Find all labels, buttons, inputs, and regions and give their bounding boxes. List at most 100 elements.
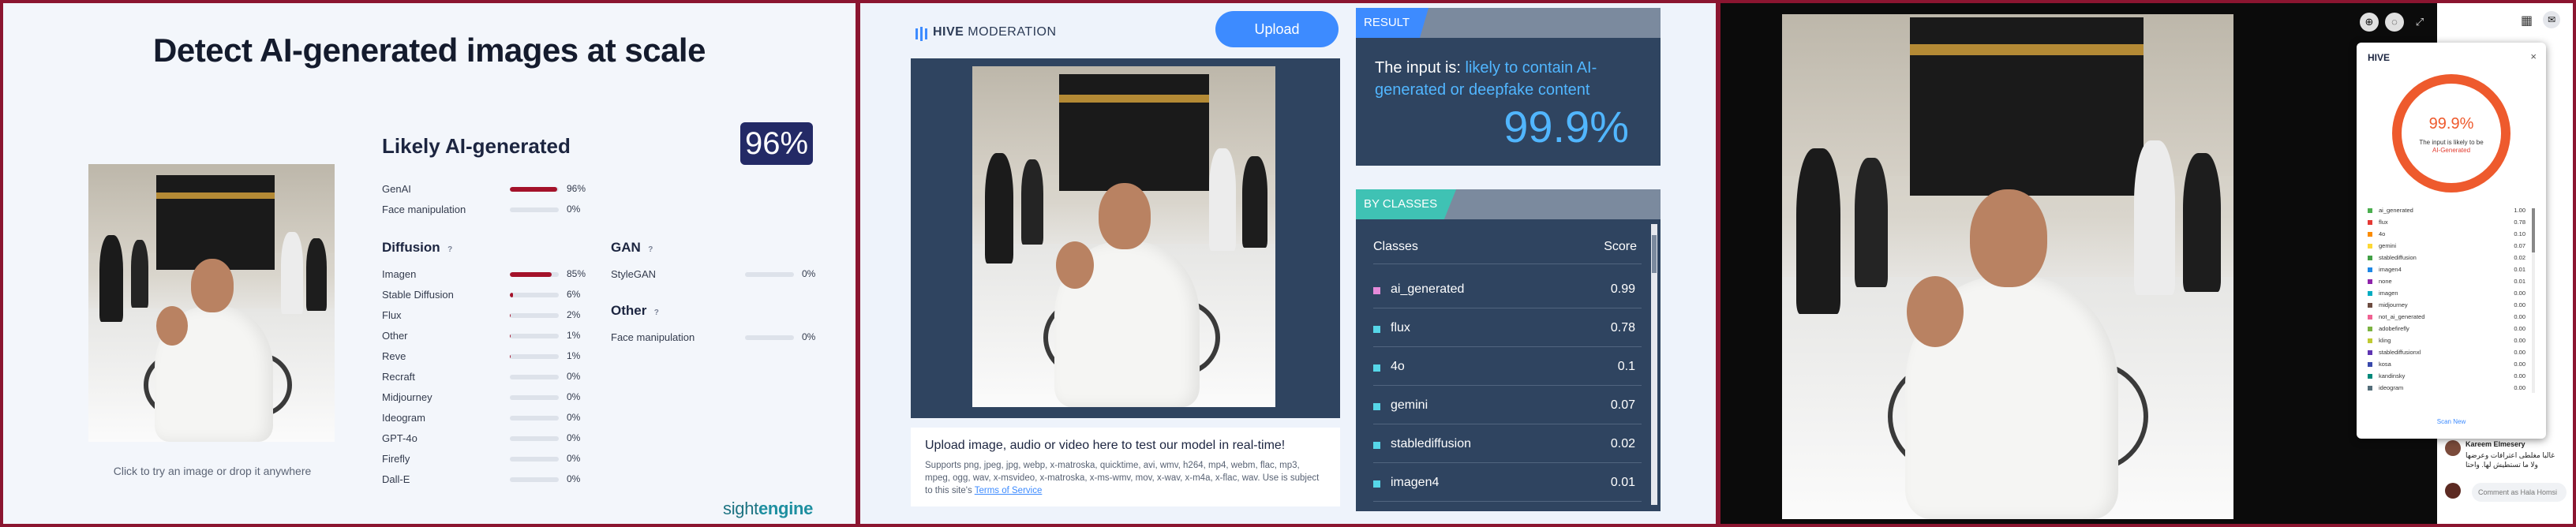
upload-dropzone[interactable]: Upload image, audio or video here to tes… <box>911 428 1340 506</box>
score-label: Reve <box>382 350 406 362</box>
score-bar <box>510 354 559 359</box>
tag-icon[interactable]: ◌ <box>2385 13 2404 32</box>
hive-brand[interactable]: HIVE MODERATION <box>933 25 1057 39</box>
apps-grid-icon[interactable]: ▦ <box>2521 13 2535 28</box>
class-name: flux <box>1391 321 1410 335</box>
class-color-swatch <box>1373 403 1380 410</box>
extension-class-row: kling 0.00 <box>2368 337 2525 346</box>
class-name: imagen <box>2379 290 2398 297</box>
class-color-swatch <box>2368 244 2372 249</box>
extension-class-row: none 0.01 <box>2368 278 2525 286</box>
class-score: 0.02 <box>2514 254 2525 261</box>
score-bar <box>510 313 559 318</box>
score-row: StyleGAN 0% <box>611 267 833 282</box>
help-icon[interactable]: ? <box>445 245 455 255</box>
score-label: Other <box>382 330 408 342</box>
score-value: 0% <box>567 473 581 484</box>
score-value: 0% <box>567 371 581 382</box>
class-name: ai_generated <box>2379 207 2413 214</box>
score-row: GenAI 96% <box>382 181 598 197</box>
gan-heading: GAN? <box>611 240 656 256</box>
image-preview-box <box>911 58 1340 418</box>
class-score: 0.00 <box>2514 325 2525 332</box>
score-row: GPT-4o 0% <box>382 431 598 447</box>
score-value: 1% <box>567 350 581 361</box>
class-color-swatch <box>2368 303 2372 308</box>
class-score: 0.00 <box>2514 372 2525 379</box>
score-value: 6% <box>567 289 581 300</box>
score-row: Imagen 85% <box>382 267 598 282</box>
class-name: none <box>2379 278 2392 285</box>
scan-new-link[interactable]: Scan New <box>2357 418 2546 425</box>
extension-class-row: midjourney 0.00 <box>2368 301 2525 310</box>
score-label: Face manipulation <box>382 204 466 215</box>
score-bar <box>510 457 559 462</box>
score-value: 0% <box>567 453 581 464</box>
score-badge: 96% <box>740 122 813 165</box>
score-label: Face manipulation <box>611 331 695 343</box>
extension-class-row: not_ai_generated 0.00 <box>2368 313 2525 322</box>
class-row: 4o 0.1 <box>1373 347 1642 385</box>
result-score: 99.9% <box>1503 102 1629 151</box>
extension-scrollbar[interactable] <box>2532 208 2535 393</box>
score-row: Ideogram 0% <box>382 410 598 426</box>
terms-link[interactable]: Terms of Service <box>975 486 1043 495</box>
score-label: GPT-4o <box>382 432 417 444</box>
classes-tag: BY CLASSES <box>1356 189 1457 219</box>
class-score: 1.00 <box>2514 207 2525 214</box>
class-color-swatch <box>1373 364 1380 372</box>
close-icon[interactable]: × <box>2530 50 2537 62</box>
upload-heading: Upload image, audio or video here to tes… <box>925 439 1286 452</box>
score-value: 85% <box>567 268 586 279</box>
comment-input[interactable]: Comment as Hala Homsi <box>2472 483 2567 502</box>
class-score: 0.78 <box>2514 219 2525 226</box>
score-bar <box>510 477 559 482</box>
score-ring: 99.9% The input is likely to be AI-Gener… <box>2392 74 2510 192</box>
extension-brand: HIVE <box>2368 52 2391 63</box>
score-row: Dall-E 0% <box>382 472 598 488</box>
class-color-swatch <box>2368 267 2372 272</box>
hive-extension-popup: HIVE × 99.9% The input is likely to be A… <box>2357 43 2546 439</box>
upload-button[interactable]: Upload <box>1215 11 1339 47</box>
score-bar-fill <box>510 187 557 192</box>
drop-hint[interactable]: Click to try an image or drop it anywher… <box>90 465 335 477</box>
class-name: imagen4 <box>2379 266 2402 273</box>
help-icon[interactable]: ? <box>651 308 661 318</box>
class-name: ai_generated <box>1391 282 1465 296</box>
class-color-swatch <box>1373 326 1380 333</box>
upload-formats: Supports png, jpeg, jpg, webp, x-matrosk… <box>925 461 1320 495</box>
class-score: 0.01 <box>1610 476 1635 489</box>
class-color-swatch <box>2368 279 2372 284</box>
class-color-swatch <box>1373 480 1380 488</box>
messenger-icon[interactable]: ✉ <box>2543 11 2560 28</box>
score-label: Imagen <box>382 268 417 280</box>
class-name: 4o <box>2379 230 2386 237</box>
score-row: Midjourney 0% <box>382 390 598 406</box>
score-value: 0% <box>567 432 581 443</box>
result-tag: RESULT <box>1356 8 1429 38</box>
class-color-swatch <box>2368 291 2372 296</box>
score-bar-fill <box>510 293 513 297</box>
extension-class-row: imagen4 0.01 <box>2368 266 2525 275</box>
score-row: Reve 1% <box>382 349 598 364</box>
class-score: 0.01 <box>2514 266 2525 273</box>
classes-scrollbar[interactable] <box>1651 224 1657 505</box>
class-score: 0.07 <box>2514 242 2525 249</box>
class-score: 0.00 <box>2514 301 2525 308</box>
commenter-name[interactable]: Kareem Elmesery <box>2466 440 2525 448</box>
zoom-in-icon[interactable]: ⊕ <box>2360 13 2379 32</box>
uploaded-image[interactable] <box>88 164 335 442</box>
class-name: midjourney <box>2379 301 2408 308</box>
class-color-swatch <box>2368 232 2372 237</box>
extension-class-row: stablediffusion 0.02 <box>2368 254 2525 263</box>
avatar[interactable] <box>2445 440 2461 456</box>
score-row: Stable Diffusion 6% <box>382 287 598 303</box>
fullscreen-icon[interactable]: ⤢ <box>2410 13 2429 32</box>
extension-class-row: kosa 0.00 <box>2368 361 2525 369</box>
help-icon[interactable]: ? <box>646 245 656 255</box>
sightengine-logo[interactable]: sightengine <box>723 499 813 519</box>
class-score: 0.00 <box>2514 384 2525 391</box>
comment-text: ولا ما تستطیش لها. واحتا <box>2466 461 2538 469</box>
classes-header: Classes Score <box>1373 240 1637 253</box>
class-name: kosa <box>2379 361 2391 368</box>
